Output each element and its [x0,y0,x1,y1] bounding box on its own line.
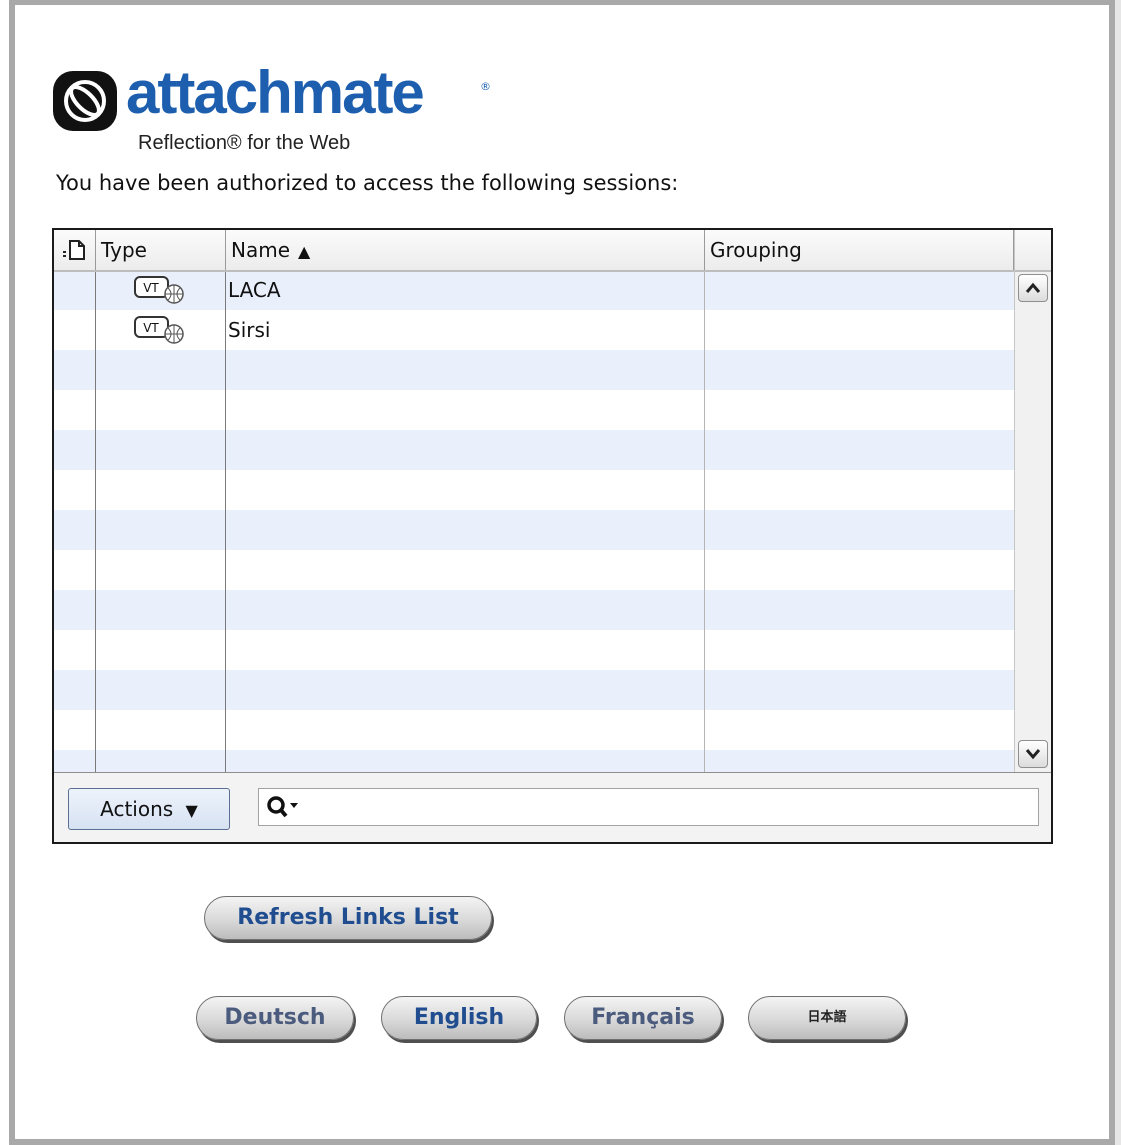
frame-right-shadow [1115,0,1121,1145]
page-icon [63,240,85,260]
empty-row [54,510,1014,550]
search-input[interactable] [258,788,1039,826]
chevron-down-icon [1025,749,1041,760]
frame-bottom-border [9,1139,1115,1145]
attachmate-logo: attachmate Reflection® for the Web [52,59,502,158]
empty-row [54,710,1014,750]
empty-row [54,470,1014,510]
vt-web-session-icon: VT [134,316,184,344]
language-button-japanese[interactable]: 日本語 [748,996,906,1040]
column-header-name-label: Name [231,238,291,262]
scrollbar-header-corner [1015,230,1051,272]
sort-ascending-icon: ▲ [298,242,311,261]
session-name[interactable]: Sirsi [228,310,270,350]
language-button-deutsch[interactable]: Deutsch [196,996,354,1040]
session-grid: VT LACA VT Sirsi Type Name ▲ Grouping [54,230,1051,773]
session-rows: VT LACA VT Sirsi [54,270,1014,772]
scroll-down-button[interactable] [1018,740,1048,768]
table-row[interactable]: VT LACA [54,270,1014,310]
vt-web-session-icon: VT [134,276,184,304]
session-name[interactable]: LACA [228,270,281,310]
empty-row [54,630,1014,670]
intro-text: You have been authorized to access the f… [56,171,679,195]
actions-menu-button[interactable]: Actions ▼ [68,788,230,830]
attachmate-mark-icon [53,71,117,131]
column-divider [225,230,226,772]
empty-row [54,590,1014,630]
column-header-name[interactable]: Name ▲ [226,230,705,270]
search-icon[interactable] [265,794,301,820]
logo-wordmark: attachmate [126,59,425,126]
empty-row [54,350,1014,390]
vt-icon-label: VT [143,281,159,295]
empty-row [54,390,1014,430]
product-name: Reflection® for the Web [138,132,351,154]
dropdown-arrow-icon: ▼ [185,801,198,820]
registered-mark: ® [480,80,491,93]
table-header: Type Name ▲ Grouping [54,230,1014,272]
column-divider [95,230,96,772]
column-header-grouping[interactable]: Grouping [705,230,1014,270]
table-row[interactable]: VT Sirsi [54,310,1014,350]
refresh-links-button[interactable]: Refresh Links List [204,896,492,940]
actions-label: Actions [100,797,174,821]
vt-icon-label: VT [143,321,159,335]
column-header-type[interactable]: Type [96,230,226,270]
column-divider [704,230,705,772]
frame-top-border [14,0,1111,5]
empty-row [54,430,1014,470]
empty-row [54,550,1014,590]
language-button-english[interactable]: English [381,996,537,1040]
vertical-scrollbar[interactable] [1014,230,1051,772]
frame-left-border [9,0,15,1145]
session-list-panel: VT LACA VT Sirsi Type Name ▲ Grouping Ac… [52,228,1053,844]
scroll-up-button[interactable] [1018,274,1048,302]
language-button-francais[interactable]: Français [564,996,722,1040]
column-header-status[interactable] [54,230,96,270]
empty-row [54,670,1014,710]
chevron-up-icon [1025,282,1041,293]
empty-row [54,750,1014,772]
